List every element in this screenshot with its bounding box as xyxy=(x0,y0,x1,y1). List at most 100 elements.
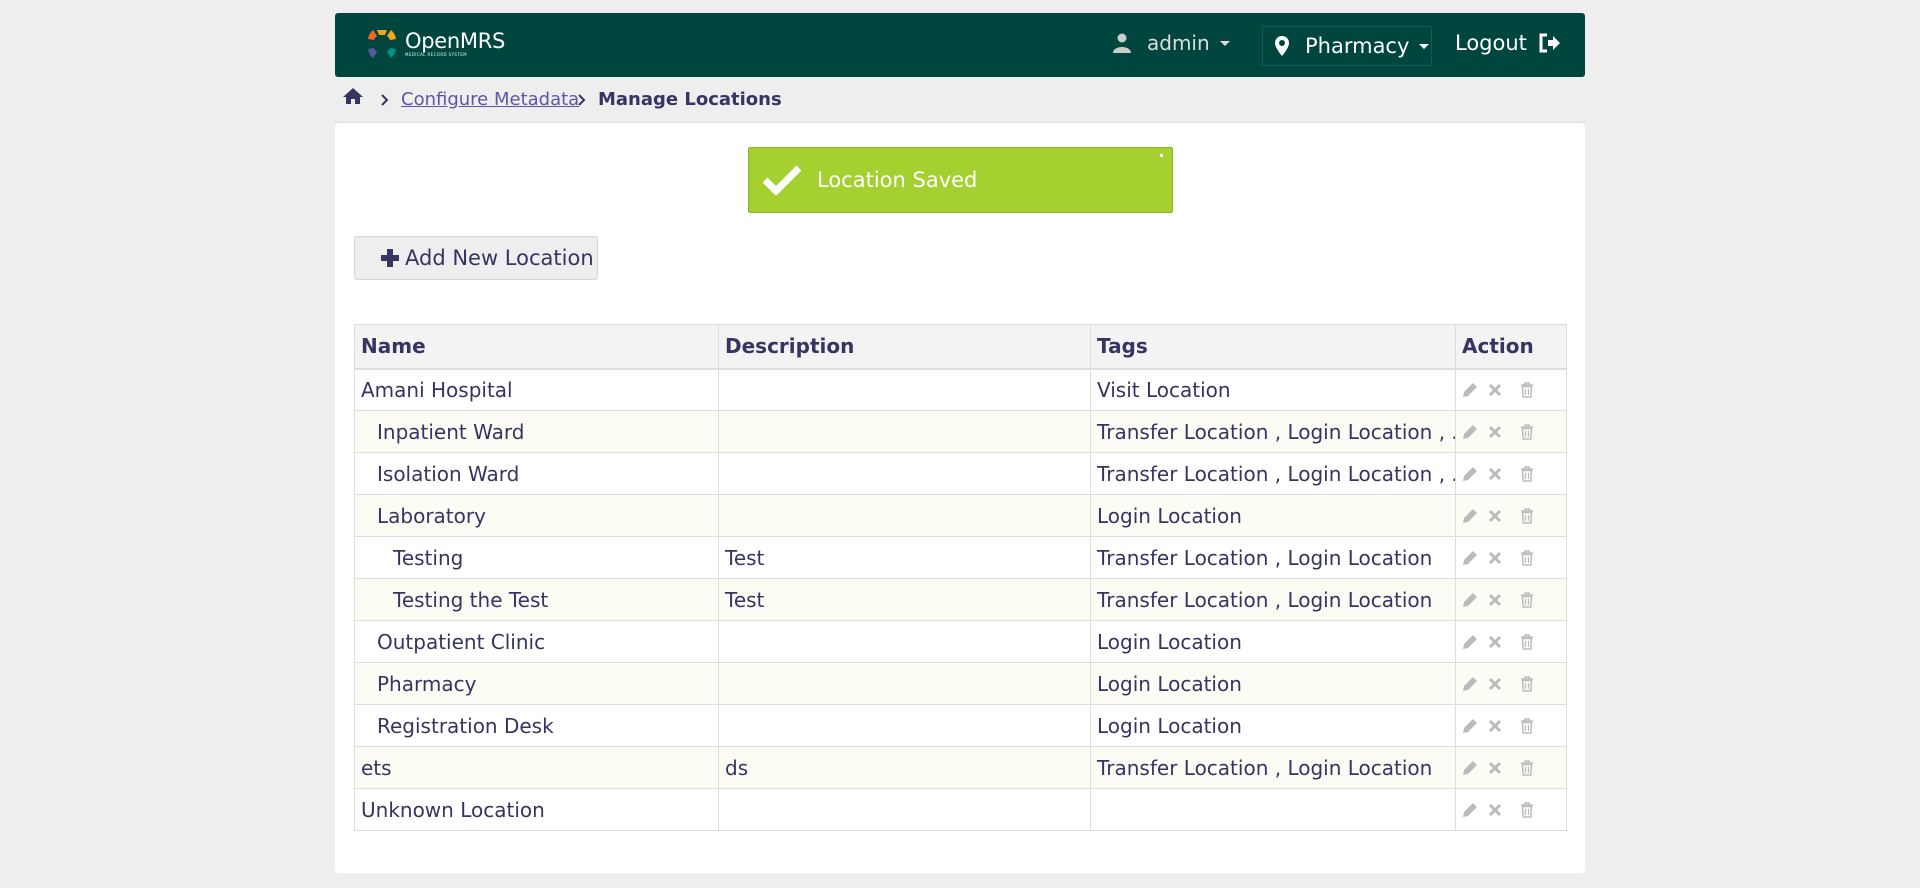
breadcrumb-current: Manage Locations xyxy=(598,89,782,110)
location-description xyxy=(718,788,1091,831)
location-name: Amani Hospital xyxy=(354,368,719,411)
pencil-icon[interactable] xyxy=(1462,508,1478,524)
add-new-location-button[interactable]: Add New Location xyxy=(354,236,598,280)
location-description xyxy=(718,662,1091,705)
x-icon[interactable] xyxy=(1488,551,1502,565)
trash-icon[interactable] xyxy=(1520,549,1534,566)
pencil-icon[interactable] xyxy=(1462,760,1478,776)
x-icon[interactable] xyxy=(1488,383,1502,397)
location-description xyxy=(718,494,1091,537)
location-name: ets xyxy=(354,746,719,789)
page-wrapper: OpenMRS MEDICAL RECORD SYSTEM admin Phar… xyxy=(335,13,1585,873)
location-tags: Transfer Location , Login Location xyxy=(1090,746,1456,789)
x-icon[interactable] xyxy=(1488,467,1502,481)
location-description xyxy=(718,620,1091,663)
x-icon[interactable] xyxy=(1488,719,1502,733)
table-row: Inpatient Ward Transfer Location , Login … xyxy=(354,410,1567,453)
location-tags: Login Location xyxy=(1090,704,1456,747)
location-description xyxy=(718,410,1091,453)
column-header-tags: Tags xyxy=(1090,324,1456,370)
logout-label: Logout xyxy=(1455,31,1527,55)
trash-icon[interactable] xyxy=(1520,423,1534,440)
location-actions xyxy=(1455,410,1567,453)
location-description xyxy=(718,368,1091,411)
map-pin-icon xyxy=(1275,36,1289,56)
trash-icon[interactable] xyxy=(1520,717,1534,734)
trash-icon[interactable] xyxy=(1520,591,1534,608)
pencil-icon[interactable] xyxy=(1462,424,1478,440)
table-row: Testing the Test Test Transfer Location , … xyxy=(354,578,1567,621)
trash-icon[interactable] xyxy=(1520,465,1534,482)
location-actions xyxy=(1455,704,1567,747)
home-icon[interactable] xyxy=(343,87,363,110)
location-actions xyxy=(1455,620,1567,663)
location-tags: Visit Location xyxy=(1090,368,1456,411)
trash-icon[interactable] xyxy=(1520,507,1534,524)
x-icon[interactable] xyxy=(1488,635,1502,649)
location-tags xyxy=(1090,788,1456,831)
x-icon[interactable] xyxy=(1488,803,1502,817)
logout-button[interactable]: Logout xyxy=(1455,31,1561,55)
column-header-action: Action xyxy=(1455,324,1567,370)
table-row: Testing Test Transfer Location , Login Loc… xyxy=(354,536,1567,579)
breadcrumb-configure-metadata[interactable]: Configure Metadata xyxy=(401,89,579,110)
user-icon xyxy=(1113,33,1131,53)
pencil-icon[interactable] xyxy=(1462,676,1478,692)
location-name: Pharmacy xyxy=(354,662,719,705)
pencil-icon[interactable] xyxy=(1462,802,1478,818)
location-actions xyxy=(1455,788,1567,831)
pencil-icon[interactable] xyxy=(1462,634,1478,650)
breadcrumb: Configure Metadata Manage Locations xyxy=(335,77,1585,123)
trash-icon[interactable] xyxy=(1520,759,1534,776)
trash-icon[interactable] xyxy=(1520,382,1534,398)
table-body: Amani Hospital Visit Location Inpatient Wa… xyxy=(354,368,1567,831)
top-header: OpenMRS MEDICAL RECORD SYSTEM admin Phar… xyxy=(335,13,1585,77)
trash-icon[interactable] xyxy=(1520,801,1534,818)
x-icon[interactable] xyxy=(1488,761,1502,775)
location-actions xyxy=(1455,452,1567,495)
location-tags: Transfer Location , Login Location , ... xyxy=(1090,410,1456,453)
location-description: Test xyxy=(718,536,1091,579)
pencil-icon[interactable] xyxy=(1462,466,1478,482)
user-menu[interactable]: admin xyxy=(1113,31,1230,55)
add-new-location-label: Add New Location xyxy=(405,246,594,270)
location-actions xyxy=(1455,662,1567,705)
openmrs-logo[interactable]: OpenMRS MEDICAL RECORD SYSTEM xyxy=(365,27,505,61)
openmrs-logo-icon xyxy=(368,30,396,58)
pencil-icon[interactable] xyxy=(1462,718,1478,734)
location-actions xyxy=(1455,368,1567,411)
plus-icon xyxy=(381,249,399,267)
location-actions xyxy=(1455,494,1567,537)
table-row: ets ds Transfer Location , Login Location xyxy=(354,746,1567,789)
close-icon[interactable] xyxy=(1160,154,1163,157)
location-menu[interactable]: Pharmacy xyxy=(1262,26,1432,66)
x-icon[interactable] xyxy=(1488,425,1502,439)
location-description xyxy=(718,452,1091,495)
x-icon[interactable] xyxy=(1488,593,1502,607)
trash-icon[interactable] xyxy=(1520,633,1534,650)
table-row: Outpatient Clinic Login Location xyxy=(354,620,1567,663)
location-description xyxy=(718,704,1091,747)
content-panel: Location Saved Add New Location Name Des… xyxy=(335,123,1585,873)
pencil-icon[interactable] xyxy=(1462,550,1478,566)
logo-name: OpenMRS xyxy=(405,29,506,53)
location-description: Test xyxy=(718,578,1091,621)
x-icon[interactable] xyxy=(1488,509,1502,523)
success-toast: Location Saved xyxy=(748,147,1173,213)
trash-icon[interactable] xyxy=(1520,675,1534,692)
logo-subtitle: MEDICAL RECORD SYSTEM xyxy=(405,52,467,57)
table-row: Laboratory Login Location xyxy=(354,494,1567,537)
location-name: Outpatient Clinic xyxy=(354,620,719,663)
check-icon xyxy=(763,165,801,195)
pencil-icon[interactable] xyxy=(1462,592,1478,608)
x-icon[interactable] xyxy=(1488,677,1502,691)
chevron-down-icon xyxy=(1219,40,1230,46)
table-row: Unknown Location xyxy=(354,788,1567,831)
location-name: Unknown Location xyxy=(354,788,719,831)
pencil-icon[interactable] xyxy=(1462,382,1478,398)
location-name: Testing the Test xyxy=(354,578,719,621)
location-name: Testing xyxy=(354,536,719,579)
chevron-down-icon xyxy=(1419,43,1430,49)
locations-table: Name Description Tags Action Amani Hospi… xyxy=(354,324,1567,831)
logout-icon xyxy=(1539,33,1560,53)
